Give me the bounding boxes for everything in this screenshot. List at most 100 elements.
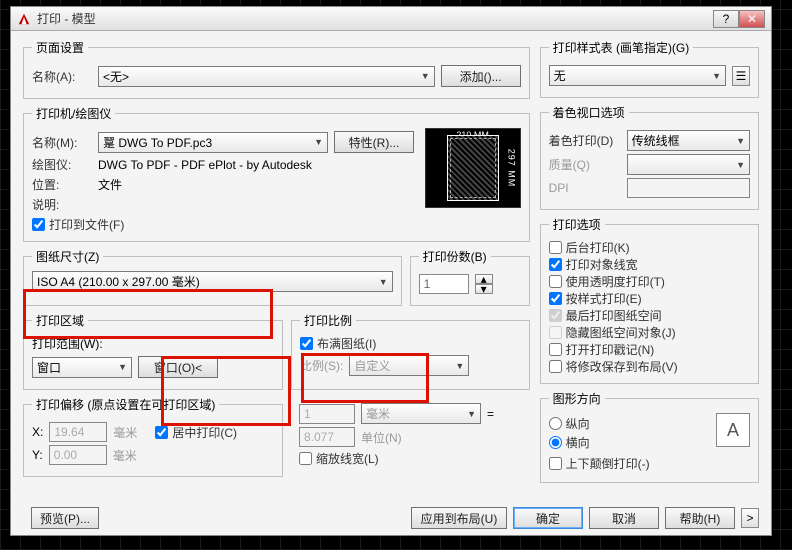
plot-area-legend: 打印区域 [32, 312, 88, 329]
chevron-down-icon: ▼ [467, 409, 476, 419]
preview-button[interactable]: 预览(P)... [31, 507, 99, 529]
quality-label: 质量(Q) [549, 156, 621, 173]
scale-ratio-select: 自定义▼ [349, 355, 469, 376]
plotter-label: 绘图仪: [32, 156, 92, 173]
cancel-button[interactable]: 取消 [589, 507, 659, 529]
autocad-icon [17, 12, 31, 26]
chevron-down-icon: ▼ [736, 160, 745, 170]
offset-y-label: Y: [32, 448, 43, 462]
printer-properties-button[interactable]: 特性(R)... [334, 131, 414, 153]
scale-den-unit: 单位(N) [361, 429, 402, 446]
center-plot-checkbox[interactable] [155, 426, 168, 439]
chevron-down-icon: ▼ [712, 71, 721, 81]
plot-styles-checkbox[interactable] [549, 292, 562, 305]
plot-to-file-label: 打印到文件(F) [49, 216, 124, 233]
orientation-legend: 图形方向 [549, 390, 605, 407]
apply-to-layout-button[interactable]: 应用到布局(U) [411, 507, 507, 529]
paper-size-select[interactable]: ISO A4 (210.00 x 297.00 毫米)▼ [32, 271, 393, 292]
plot-offset-legend: 打印偏移 (原点设置在可打印区域) [32, 396, 219, 413]
help-button[interactable]: 帮助(H) [665, 507, 735, 529]
printer-name-label: 名称(M): [32, 134, 92, 151]
copies-down-icon[interactable]: ▾ [475, 284, 493, 294]
chevron-down-icon: ▼ [118, 362, 127, 372]
page-setup-legend: 页面设置 [32, 39, 88, 56]
plot-options-group: 打印选项 后台打印(K) 打印对象线宽 使用透明度打印(T) 按样式打印(E) … [540, 216, 759, 384]
window-pick-button[interactable]: 窗口(O)< [138, 356, 218, 378]
ok-button[interactable]: 确定 [513, 507, 583, 529]
plot-stamp-checkbox[interactable] [549, 343, 562, 356]
printer-legend: 打印机/绘图仪 [32, 105, 115, 122]
plot-style-legend: 打印样式表 (画笔指定)(G) [549, 39, 694, 56]
chevron-down-icon: ▼ [736, 136, 745, 146]
paper-preview: 210 MM 297 MM [425, 128, 521, 208]
plot-style-edit-icon[interactable]: ☰ [732, 66, 750, 86]
shade-viewport-legend: 着色视口选项 [549, 104, 629, 121]
dpi-label: DPI [549, 181, 621, 195]
copies-input[interactable]: 1 [419, 274, 469, 294]
scale-lineweights-checkbox[interactable] [299, 452, 312, 465]
plot-scale-group: 打印比例 布满图纸(I) 比例(S): 自定义▼ [291, 312, 530, 390]
offset-y-input: 0.00 [49, 445, 107, 465]
equals-icon: = [487, 407, 494, 421]
offset-x-label: X: [32, 425, 43, 439]
close-icon[interactable]: ✕ [739, 10, 765, 28]
paper-size-group: 图纸尺寸(Z) ISO A4 (210.00 x 297.00 毫米)▼ [23, 248, 402, 306]
plot-to-file-checkbox[interactable] [32, 218, 45, 231]
copies-legend: 打印份数(B) [419, 248, 491, 265]
desc-label: 说明: [32, 196, 92, 213]
fit-to-paper-label: 布满图纸(I) [317, 335, 376, 352]
center-plot-label: 居中打印(C) [172, 424, 237, 441]
plot-range-label: 打印范围(W): [32, 335, 274, 352]
plot-scale-legend: 打印比例 [300, 312, 356, 329]
chevron-down-icon: ▼ [379, 277, 388, 287]
dpi-input [627, 178, 750, 198]
preview-height-label: 297 MM [507, 149, 517, 188]
plotter-value: DWG To PDF - PDF ePlot - by Autodesk [98, 158, 312, 172]
printer-name-select[interactable]: 翨 DWG To PDF.pc3▼ [98, 132, 328, 153]
orientation-preview-icon: A [716, 413, 750, 447]
add-button[interactable]: 添加()... [441, 65, 521, 87]
scale-numerator-input: 1 [299, 404, 355, 424]
transparency-checkbox[interactable] [549, 275, 562, 288]
save-to-layout-checkbox[interactable] [549, 360, 562, 373]
expand-icon[interactable]: > [741, 508, 759, 528]
upside-down-checkbox[interactable] [549, 457, 562, 470]
scale-denominator-input: 8.077 [299, 427, 355, 447]
portrait-radio[interactable] [549, 417, 562, 430]
copies-group: 打印份数(B) 1 ▴ ▾ [410, 248, 530, 306]
where-label: 位置: [32, 176, 92, 193]
plot-style-select[interactable]: 无▼ [549, 65, 726, 86]
chevron-down-icon: ▼ [421, 71, 430, 81]
help-icon[interactable]: ? [713, 10, 739, 28]
plot-range-select[interactable]: 窗口▼ [32, 357, 132, 378]
orientation-group: 图形方向 纵向 横向 上下颠倒打印(-) A [540, 390, 759, 483]
plot-options-legend: 打印选项 [549, 216, 605, 233]
offset-y-unit: 毫米 [113, 447, 137, 464]
window-title: 打印 - 模型 [37, 10, 96, 27]
titlebar[interactable]: 打印 - 模型 ? ✕ [11, 7, 771, 31]
page-name-select[interactable]: <无>▼ [98, 66, 435, 87]
plot-area-group: 打印区域 打印范围(W): 窗口▼ 窗口(O)< [23, 312, 283, 390]
page-setup-group: 页面设置 名称(A): <无>▼ 添加()... [23, 39, 530, 99]
offset-x-input: 19.64 [49, 422, 107, 442]
fit-to-paper-checkbox[interactable] [300, 337, 313, 350]
paper-size-legend: 图纸尺寸(Z) [32, 248, 103, 265]
landscape-radio[interactable] [549, 436, 562, 449]
where-value: 文件 [98, 176, 122, 193]
scale-ratio-label: 比例(S): [300, 357, 343, 374]
plot-offset-group: 打印偏移 (原点设置在可打印区域) X: 19.64 毫米 居中打印(C) Y: [23, 396, 283, 477]
scale-unit-select: 毫米▼ [361, 403, 481, 424]
hide-paperspace-checkbox [549, 326, 562, 339]
paperspace-last-checkbox [549, 309, 562, 322]
bg-plot-checkbox[interactable] [549, 241, 562, 254]
obj-lineweights-checkbox[interactable] [549, 258, 562, 271]
plot-style-group: 打印样式表 (画笔指定)(G) 无▼ ☰ [540, 39, 759, 98]
chevron-down-icon: ▼ [314, 137, 323, 147]
plot-dialog: 打印 - 模型 ? ✕ 页面设置 名称(A): <无>▼ 添加()... [10, 6, 772, 536]
chevron-down-icon: ▼ [455, 361, 464, 371]
shade-plot-select[interactable]: 传统线框▼ [627, 130, 750, 151]
offset-x-unit: 毫米 [113, 424, 137, 441]
page-name-label: 名称(A): [32, 68, 92, 85]
scale-lineweights-label: 缩放线宽(L) [316, 450, 379, 467]
shade-viewport-group: 着色视口选项 着色打印(D) 传统线框▼ 质量(Q) ▼ [540, 104, 759, 210]
